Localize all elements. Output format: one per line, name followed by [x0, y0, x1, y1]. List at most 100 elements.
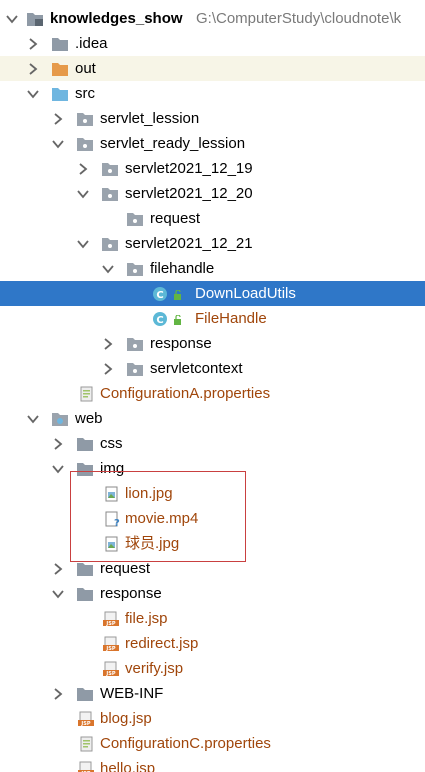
tree-row-request-dir[interactable]: request: [0, 556, 425, 581]
chevron-down-icon[interactable]: [76, 187, 90, 201]
excluded-folder-icon: [52, 63, 68, 76]
chevron-down-icon[interactable]: [26, 412, 40, 426]
tree-row-servletcontext[interactable]: servletcontext: [0, 356, 425, 381]
tree-label-lion-jpg: lion.jpg: [125, 485, 173, 502]
chevron-right-icon[interactable]: [51, 112, 65, 126]
tree-row-filehandle-class[interactable]: C FileHandle: [0, 306, 425, 331]
chevron-down-icon[interactable]: [76, 237, 90, 251]
folder-icon: [77, 438, 93, 451]
tree-label-player-jpg: 球员.jpg: [125, 535, 180, 552]
tree-row-movie-mp4[interactable]: ? movie.mp4: [0, 506, 425, 531]
tree-label-configuration-c: ConfigurationC.properties: [100, 735, 271, 752]
tree-row-img[interactable]: img: [0, 456, 425, 481]
tree-row-servlet2021-12-20[interactable]: servlet2021_12_20: [0, 181, 425, 206]
package-icon: [127, 338, 143, 351]
tree-label-servlet-lession: servlet_lession: [100, 110, 200, 127]
java-class-icon: C: [153, 287, 167, 301]
tree-row-player-jpg[interactable]: 球员.jpg: [0, 531, 425, 556]
tree-row-css[interactable]: css: [0, 431, 425, 456]
tree-row-web[interactable]: web: [0, 406, 425, 431]
tree-label-src: src: [75, 85, 95, 102]
unlock-icon: [174, 290, 181, 300]
chevron-right-icon[interactable]: [51, 562, 65, 576]
chevron-down-icon[interactable]: [51, 587, 65, 601]
tree-row-servlet-ready-lession[interactable]: servlet_ready_lession: [0, 131, 425, 156]
tree-row-blog-jsp[interactable]: JSP blog.jsp: [0, 706, 425, 731]
tree-label-servlet2021-12-20: servlet2021_12_20: [125, 185, 253, 202]
tree-label-configuration-a: ConfigurationA.properties: [100, 385, 271, 402]
tree-row-web-inf[interactable]: WEB-INF: [0, 681, 425, 706]
svg-text:C: C: [156, 290, 163, 301]
chevron-down-icon[interactable]: [26, 87, 40, 101]
tree-row-downloadutils[interactable]: C DownLoadUtils: [0, 281, 425, 306]
folder-icon: [77, 688, 93, 701]
tree-label-web: web: [75, 410, 103, 427]
tree-row-src[interactable]: src: [0, 81, 425, 106]
package-icon: [77, 113, 93, 126]
tree-label-downloadutils: DownLoadUtils: [195, 285, 296, 302]
tree-label-verify-jsp: verify.jsp: [125, 660, 184, 677]
project-name: knowledges_show: [50, 10, 183, 27]
jsp-file-icon: JSP: [103, 611, 119, 627]
package-icon: [77, 138, 93, 151]
chevron-right-icon[interactable]: [26, 62, 40, 76]
chevron-right-icon[interactable]: [101, 337, 115, 351]
chevron-right-icon[interactable]: [51, 687, 65, 701]
chevron-right-icon[interactable]: [26, 37, 40, 51]
chevron-down-icon[interactable]: [5, 12, 19, 26]
tree-label-blog-jsp: blog.jsp: [100, 710, 152, 727]
tree-row-servlet2021-12-21[interactable]: servlet2021_12_21: [0, 231, 425, 256]
tree-label-response-package: response: [150, 335, 212, 352]
tree-row-servlet2021-12-19[interactable]: servlet2021_12_19: [0, 156, 425, 181]
svg-text:JSP: JSP: [105, 621, 115, 627]
tree-row-file-jsp[interactable]: JSP file.jsp: [0, 606, 425, 631]
tree-label-redirect-jsp: redirect.jsp: [125, 635, 199, 652]
tree-label-filehandle: filehandle: [150, 260, 215, 277]
tree-label-hello-jsp: hello.jsp: [100, 760, 156, 772]
tree-row-hello-jsp[interactable]: JSP hello.jsp: [0, 756, 425, 772]
chevron-right-icon[interactable]: [76, 162, 90, 176]
jsp-file-icon: JSP: [103, 661, 119, 677]
chevron-down-icon[interactable]: [101, 262, 115, 276]
tree-row-project-root[interactable]: knowledges_show G:\ComputerStudy\cloudno…: [0, 6, 425, 31]
tree-label-web-inf: WEB-INF: [100, 685, 164, 702]
jsp-file-icon: JSP: [78, 761, 94, 772]
tree-row-verify-jsp[interactable]: JSP verify.jsp: [0, 656, 425, 681]
package-icon: [102, 238, 118, 251]
chevron-down-icon[interactable]: [51, 462, 65, 476]
tree-row-response-package[interactable]: response: [0, 331, 425, 356]
tree-row-redirect-jsp[interactable]: JSP redirect.jsp: [0, 631, 425, 656]
tree-row-out[interactable]: out: [0, 56, 425, 81]
unlock-icon: [174, 315, 181, 325]
jsp-file-icon: JSP: [78, 711, 94, 727]
package-icon: [127, 213, 143, 226]
tree-row-response-dir[interactable]: response: [0, 581, 425, 606]
chevron-right-icon[interactable]: [101, 362, 115, 376]
tree-row-filehandle[interactable]: filehandle: [0, 256, 425, 281]
project-folder-icon: [27, 13, 43, 26]
svg-text:C: C: [156, 315, 163, 326]
svg-text:JSP: JSP: [105, 671, 115, 677]
tree-label-servlet-ready-lession: servlet_ready_lession: [100, 135, 246, 152]
web-folder-icon: [52, 413, 68, 426]
properties-file-icon: [80, 386, 93, 402]
image-file-icon: [105, 536, 118, 552]
tree-row-servlet-lession[interactable]: servlet_lession: [0, 106, 425, 131]
java-class-icon: C: [153, 312, 167, 326]
tree-row-configuration-c[interactable]: ConfigurationC.properties: [0, 731, 425, 756]
image-file-icon: [105, 486, 118, 502]
chevron-right-icon[interactable]: [51, 437, 65, 451]
tree-row-lion-jpg[interactable]: lion.jpg: [0, 481, 425, 506]
package-icon: [102, 188, 118, 201]
tree-label-filehandle-class: FileHandle: [195, 310, 267, 327]
tree-row-idea[interactable]: .idea: [0, 31, 425, 56]
folder-icon: [77, 563, 93, 576]
chevron-down-icon[interactable]: [51, 137, 65, 151]
project-path: G:\ComputerStudy\cloudnote\k: [196, 10, 402, 27]
jsp-file-icon: JSP: [103, 636, 119, 652]
unknown-file-icon: ?: [105, 511, 120, 527]
tree-row-configuration-a[interactable]: ConfigurationA.properties: [0, 381, 425, 406]
folder-icon: [52, 38, 68, 51]
tree-label-request-package: request: [150, 210, 201, 227]
tree-row-request-package[interactable]: request: [0, 206, 425, 231]
